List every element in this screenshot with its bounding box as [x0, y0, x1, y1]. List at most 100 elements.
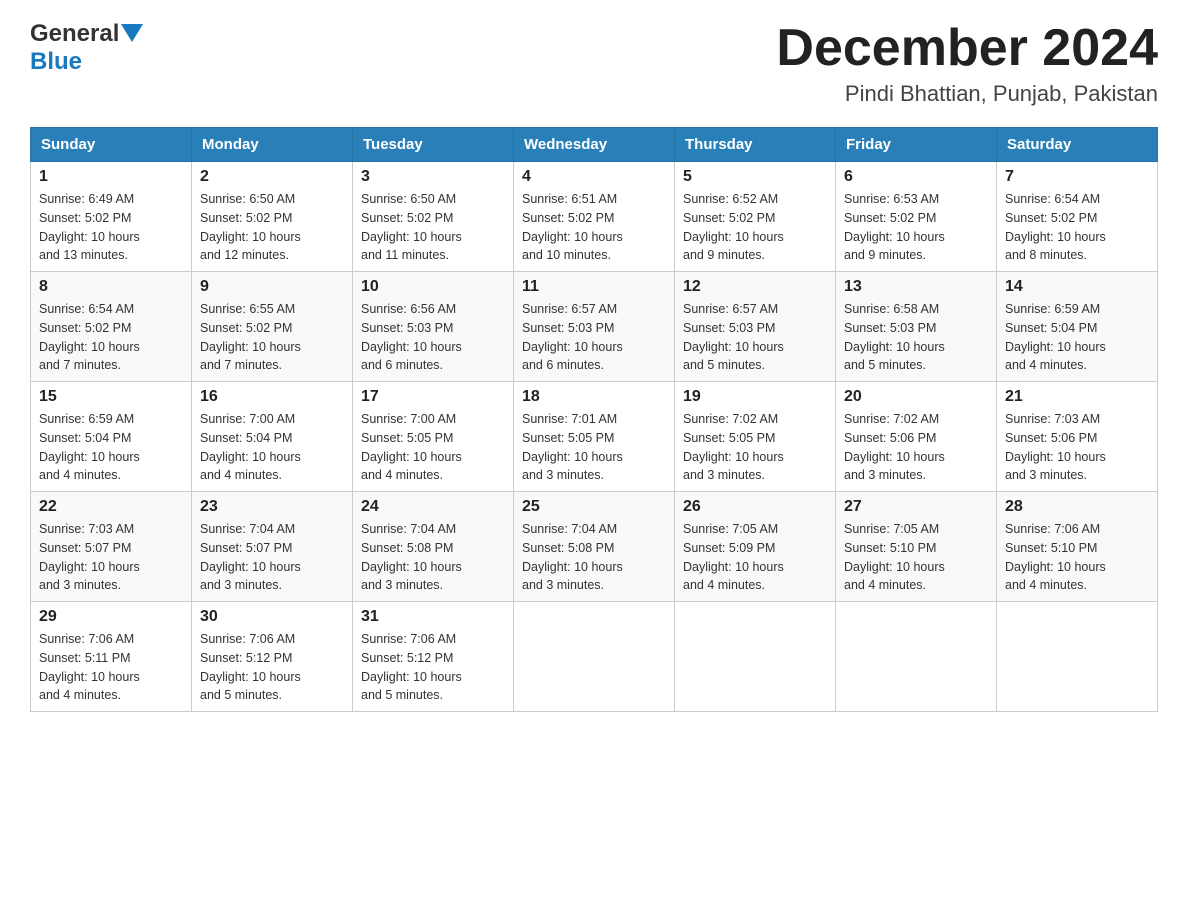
calendar-cell: 4 Sunrise: 6:51 AMSunset: 5:02 PMDaylight…: [514, 162, 675, 272]
logo-general-text: General: [30, 20, 119, 48]
title-block: December 2024 Pindi Bhattian, Punjab, Pa…: [776, 20, 1158, 107]
calendar-cell: 29Sunrise: 7:06 AMSunset: 5:11 PMDayligh…: [31, 602, 192, 712]
calendar-cell: 17 Sunrise: 7:00 AMSunset: 5:05 PMDayligh…: [353, 382, 514, 492]
day-number: 21: [1005, 388, 1149, 406]
calendar-cell: 3 Sunrise: 6:50 AMSunset: 5:02 PMDaylight…: [353, 162, 514, 272]
calendar-cell: [675, 602, 836, 712]
location-subtitle: Pindi Bhattian, Punjab, Pakistan: [776, 81, 1158, 107]
calendar-table: SundayMondayTuesdayWednesdayThursdayFrid…: [30, 127, 1158, 712]
day-info: Sunrise: 7:05 AMSunset: 5:09 PMDaylight:…: [683, 520, 827, 595]
calendar-cell: 8 Sunrise: 6:54 AMSunset: 5:02 PMDaylight…: [31, 272, 192, 382]
day-number: 18: [522, 388, 666, 406]
weekday-header-sunday: Sunday: [31, 128, 192, 162]
weekday-header-saturday: Saturday: [997, 128, 1158, 162]
calendar-cell: 7 Sunrise: 6:54 AMSunset: 5:02 PMDaylight…: [997, 162, 1158, 272]
day-number: 22: [39, 498, 183, 516]
day-info: Sunrise: 6:52 AMSunset: 5:02 PMDaylight:…: [683, 190, 827, 265]
calendar-cell: 19Sunrise: 7:02 AMSunset: 5:05 PMDayligh…: [675, 382, 836, 492]
month-title: December 2024: [776, 20, 1158, 77]
day-number: 27: [844, 498, 988, 516]
calendar-cell: 21 Sunrise: 7:03 AMSunset: 5:06 PMDayligh…: [997, 382, 1158, 492]
day-info: Sunrise: 7:01 AMSunset: 5:05 PMDaylight:…: [522, 410, 666, 485]
calendar-cell: 30 Sunrise: 7:06 AMSunset: 5:12 PMDayligh…: [192, 602, 353, 712]
day-info: Sunrise: 7:06 AMSunset: 5:11 PMDaylight:…: [39, 630, 183, 705]
day-info: Sunrise: 6:51 AMSunset: 5:02 PMDaylight:…: [522, 190, 666, 265]
day-info: Sunrise: 7:00 AMSunset: 5:04 PMDaylight:…: [200, 410, 344, 485]
day-info: Sunrise: 6:49 AMSunset: 5:02 PMDaylight:…: [39, 190, 183, 265]
calendar-week-2: 8 Sunrise: 6:54 AMSunset: 5:02 PMDaylight…: [31, 272, 1158, 382]
day-number: 20: [844, 388, 988, 406]
day-number: 3: [361, 168, 505, 186]
day-number: 9: [200, 278, 344, 296]
calendar-cell: [836, 602, 997, 712]
calendar-cell: 12Sunrise: 6:57 AMSunset: 5:03 PMDayligh…: [675, 272, 836, 382]
calendar-cell: 11Sunrise: 6:57 AMSunset: 5:03 PMDayligh…: [514, 272, 675, 382]
calendar-cell: 5 Sunrise: 6:52 AMSunset: 5:02 PMDaylight…: [675, 162, 836, 272]
calendar-cell: 27 Sunrise: 7:05 AMSunset: 5:10 PMDayligh…: [836, 492, 997, 602]
calendar-cell: 15 Sunrise: 6:59 AMSunset: 5:04 PMDayligh…: [31, 382, 192, 492]
day-info: Sunrise: 7:00 AMSunset: 5:05 PMDaylight:…: [361, 410, 505, 485]
day-info: Sunrise: 6:58 AMSunset: 5:03 PMDaylight:…: [844, 300, 988, 375]
day-number: 14: [1005, 278, 1149, 296]
day-number: 7: [1005, 168, 1149, 186]
day-info: Sunrise: 7:02 AMSunset: 5:05 PMDaylight:…: [683, 410, 827, 485]
calendar-cell: 22 Sunrise: 7:03 AMSunset: 5:07 PMDayligh…: [31, 492, 192, 602]
day-info: Sunrise: 6:54 AMSunset: 5:02 PMDaylight:…: [1005, 190, 1149, 265]
calendar-cell: 14Sunrise: 6:59 AMSunset: 5:04 PMDayligh…: [997, 272, 1158, 382]
day-info: Sunrise: 6:50 AMSunset: 5:02 PMDaylight:…: [361, 190, 505, 265]
day-info: Sunrise: 6:55 AMSunset: 5:02 PMDaylight:…: [200, 300, 344, 375]
day-number: 6: [844, 168, 988, 186]
day-number: 25: [522, 498, 666, 516]
weekday-header-monday: Monday: [192, 128, 353, 162]
calendar-cell: 28 Sunrise: 7:06 AMSunset: 5:10 PMDayligh…: [997, 492, 1158, 602]
day-number: 26: [683, 498, 827, 516]
day-number: 30: [200, 608, 344, 626]
day-info: Sunrise: 7:06 AMSunset: 5:10 PMDaylight:…: [1005, 520, 1149, 595]
calendar-week-1: 1Sunrise: 6:49 AMSunset: 5:02 PMDaylight…: [31, 162, 1158, 272]
logo: General Blue: [30, 20, 143, 76]
day-info: Sunrise: 7:04 AMSunset: 5:08 PMDaylight:…: [361, 520, 505, 595]
weekday-header-wednesday: Wednesday: [514, 128, 675, 162]
day-info: Sunrise: 7:03 AMSunset: 5:07 PMDaylight:…: [39, 520, 183, 595]
day-info: Sunrise: 7:05 AMSunset: 5:10 PMDaylight:…: [844, 520, 988, 595]
day-number: 8: [39, 278, 183, 296]
day-info: Sunrise: 7:04 AMSunset: 5:08 PMDaylight:…: [522, 520, 666, 595]
day-number: 13: [844, 278, 988, 296]
day-number: 16: [200, 388, 344, 406]
page-header: General Blue December 2024 Pindi Bhattia…: [30, 20, 1158, 107]
calendar-cell: 13 Sunrise: 6:58 AMSunset: 5:03 PMDayligh…: [836, 272, 997, 382]
calendar-cell: [997, 602, 1158, 712]
calendar-cell: 6Sunrise: 6:53 AMSunset: 5:02 PMDaylight…: [836, 162, 997, 272]
day-number: 10: [361, 278, 505, 296]
weekday-header-tuesday: Tuesday: [353, 128, 514, 162]
day-info: Sunrise: 6:50 AMSunset: 5:02 PMDaylight:…: [200, 190, 344, 265]
calendar-cell: 18 Sunrise: 7:01 AMSunset: 5:05 PMDayligh…: [514, 382, 675, 492]
day-info: Sunrise: 7:03 AMSunset: 5:06 PMDaylight:…: [1005, 410, 1149, 485]
day-number: 23: [200, 498, 344, 516]
calendar-cell: 20Sunrise: 7:02 AMSunset: 5:06 PMDayligh…: [836, 382, 997, 492]
day-number: 24: [361, 498, 505, 516]
day-number: 5: [683, 168, 827, 186]
day-number: 28: [1005, 498, 1149, 516]
calendar-cell: 24 Sunrise: 7:04 AMSunset: 5:08 PMDayligh…: [353, 492, 514, 602]
day-number: 15: [39, 388, 183, 406]
day-number: 17: [361, 388, 505, 406]
calendar-cell: 23Sunrise: 7:04 AMSunset: 5:07 PMDayligh…: [192, 492, 353, 602]
logo-blue-text: Blue: [30, 48, 82, 75]
logo-triangle-icon: [121, 24, 143, 42]
weekday-header-friday: Friday: [836, 128, 997, 162]
day-number: 31: [361, 608, 505, 626]
day-info: Sunrise: 6:59 AMSunset: 5:04 PMDaylight:…: [39, 410, 183, 485]
day-info: Sunrise: 7:06 AMSunset: 5:12 PMDaylight:…: [200, 630, 344, 705]
calendar-cell: 16 Sunrise: 7:00 AMSunset: 5:04 PMDayligh…: [192, 382, 353, 492]
day-info: Sunrise: 6:54 AMSunset: 5:02 PMDaylight:…: [39, 300, 183, 375]
day-number: 11: [522, 278, 666, 296]
calendar-week-4: 22 Sunrise: 7:03 AMSunset: 5:07 PMDayligh…: [31, 492, 1158, 602]
calendar-cell: 26 Sunrise: 7:05 AMSunset: 5:09 PMDayligh…: [675, 492, 836, 602]
day-number: 4: [522, 168, 666, 186]
calendar-week-5: 29Sunrise: 7:06 AMSunset: 5:11 PMDayligh…: [31, 602, 1158, 712]
calendar-cell: 1Sunrise: 6:49 AMSunset: 5:02 PMDaylight…: [31, 162, 192, 272]
day-info: Sunrise: 6:57 AMSunset: 5:03 PMDaylight:…: [683, 300, 827, 375]
day-info: Sunrise: 6:56 AMSunset: 5:03 PMDaylight:…: [361, 300, 505, 375]
calendar-cell: 31Sunrise: 7:06 AMSunset: 5:12 PMDayligh…: [353, 602, 514, 712]
